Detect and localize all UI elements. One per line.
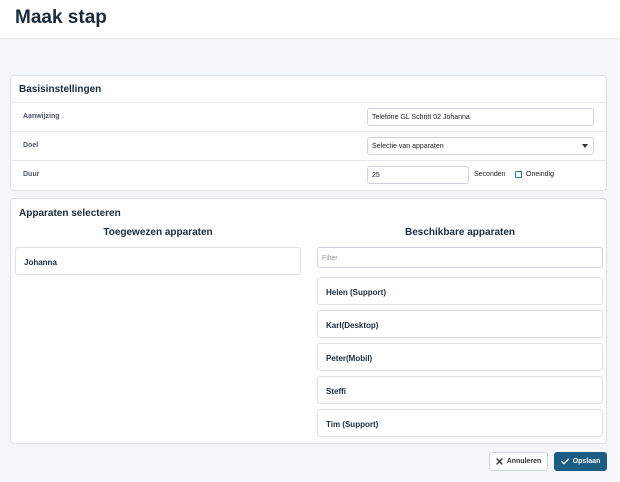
assigned-device-item[interactable]: Johanna <box>15 247 301 275</box>
basic-settings-card: Basisinstellingen Aanwijzing Telefone GL… <box>10 75 607 191</box>
duration-input[interactable]: 25 <box>367 166 469 184</box>
instruction-label: Aanwijzing <box>23 113 60 120</box>
chevron-down-icon <box>582 144 588 148</box>
check-icon <box>560 458 569 465</box>
available-device-item[interactable]: Helen (Support) <box>317 277 603 305</box>
duration-row: Duur 25 Seconden Oneindig <box>11 160 606 190</box>
instruction-input[interactable]: Telefone GL Schritt 02 Johanna <box>367 108 594 126</box>
available-device-item[interactable]: Tim (Support) <box>317 409 603 437</box>
page-title: Maak stap <box>15 7 107 28</box>
save-button-label: Opslaan <box>572 458 601 465</box>
target-row: Doel Selectie van apparaten <box>11 131 606 160</box>
select-devices-card: Apparaten selecteren Toegewezen apparate… <box>10 198 607 444</box>
basic-settings-title: Basisinstellingen <box>19 84 102 95</box>
close-icon <box>496 458 503 465</box>
available-devices-heading: Beschikbare apparaten <box>404 227 516 238</box>
save-button[interactable]: Opslaan <box>554 452 607 471</box>
filter-input[interactable]: Filter <box>317 247 603 268</box>
available-device-item[interactable]: Karl(Desktop) <box>317 310 603 338</box>
target-select-value: Selectie van apparaten <box>372 143 444 150</box>
infinite-label: Oneindig <box>526 171 555 178</box>
cancel-button[interactable]: Annuleren <box>489 452 548 471</box>
infinite-checkbox[interactable] <box>515 171 522 178</box>
target-select[interactable]: Selectie van apparaten <box>367 137 594 155</box>
assigned-devices-heading: Toegewezen apparaten <box>103 227 213 238</box>
select-devices-title: Apparaten selecteren <box>19 208 121 219</box>
seconds-label: Seconden <box>474 171 506 178</box>
available-device-item[interactable]: Peter(Mobil) <box>317 343 603 371</box>
instruction-row: Aanwijzing Telefone GL Schritt 02 Johann… <box>11 102 606 131</box>
target-label: Doel <box>23 142 39 149</box>
duration-label: Duur <box>23 171 40 178</box>
available-device-item[interactable]: Steffi <box>317 376 603 404</box>
cancel-button-label: Annuleren <box>506 458 542 465</box>
page-header: Maak stap <box>0 0 620 39</box>
